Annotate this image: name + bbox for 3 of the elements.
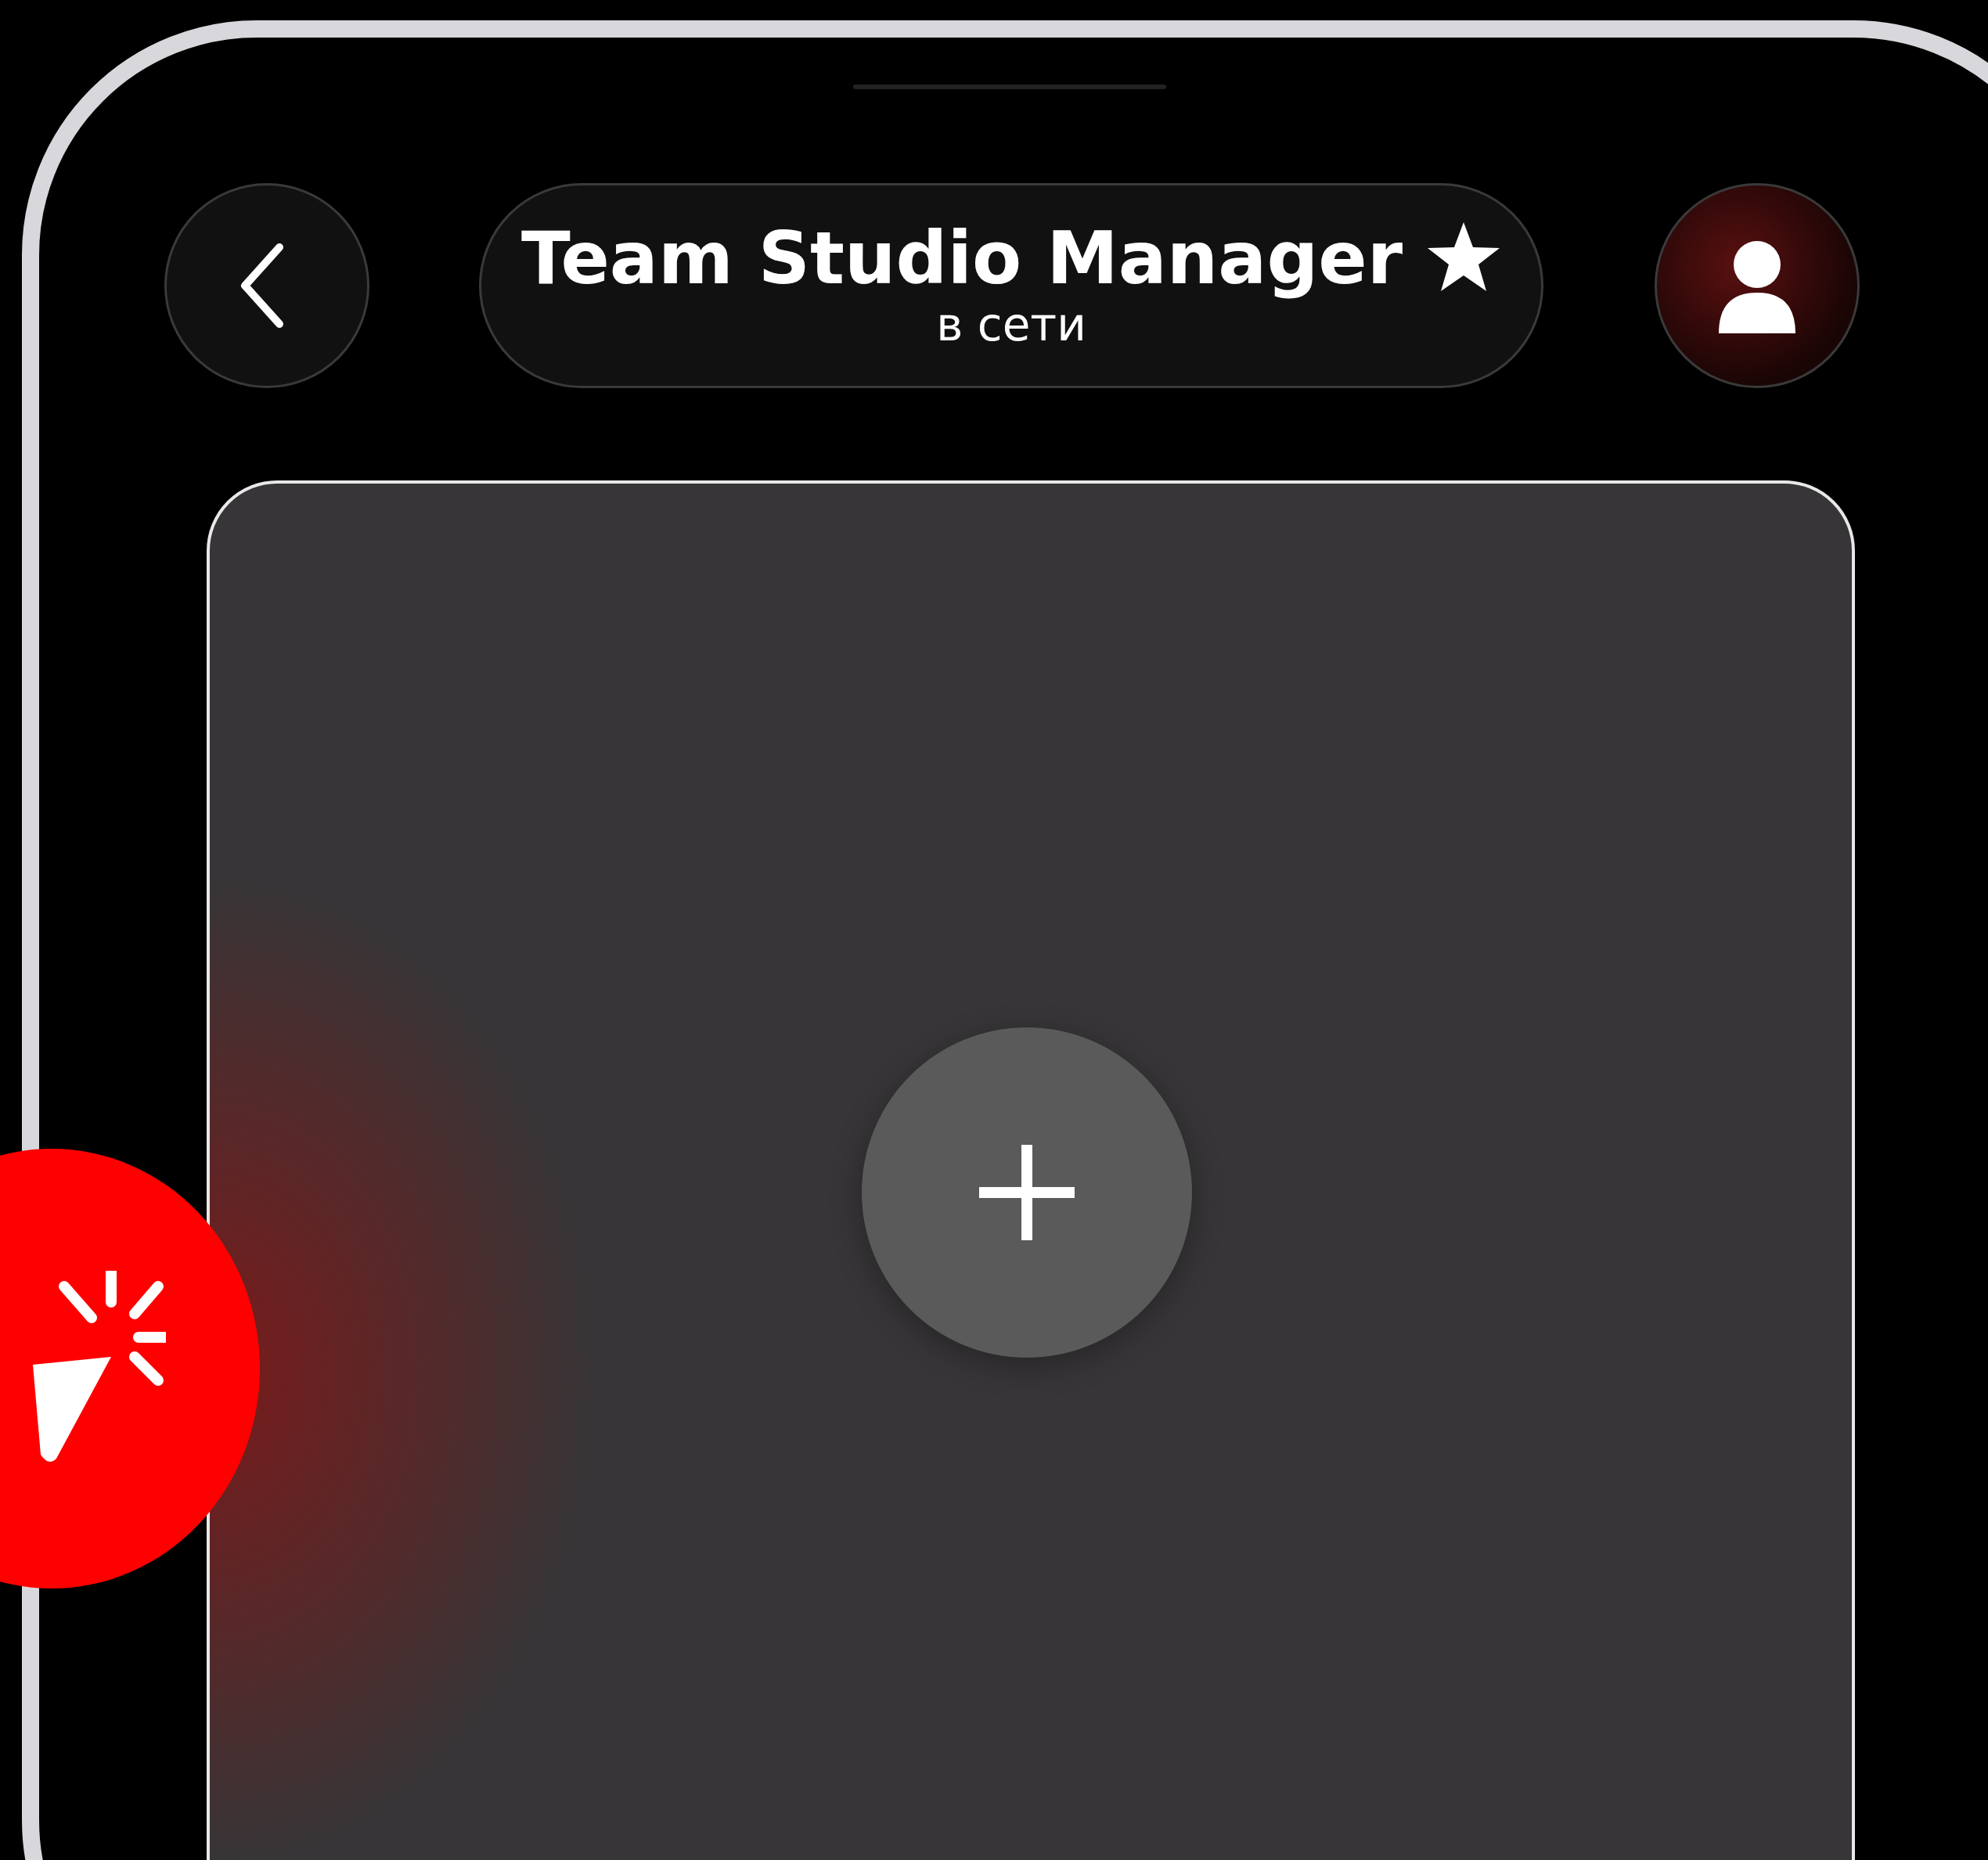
chat-title: Team Studio Manager bbox=[520, 218, 1403, 298]
status-text: в сети bbox=[936, 297, 1086, 353]
back-icon bbox=[239, 243, 286, 329]
